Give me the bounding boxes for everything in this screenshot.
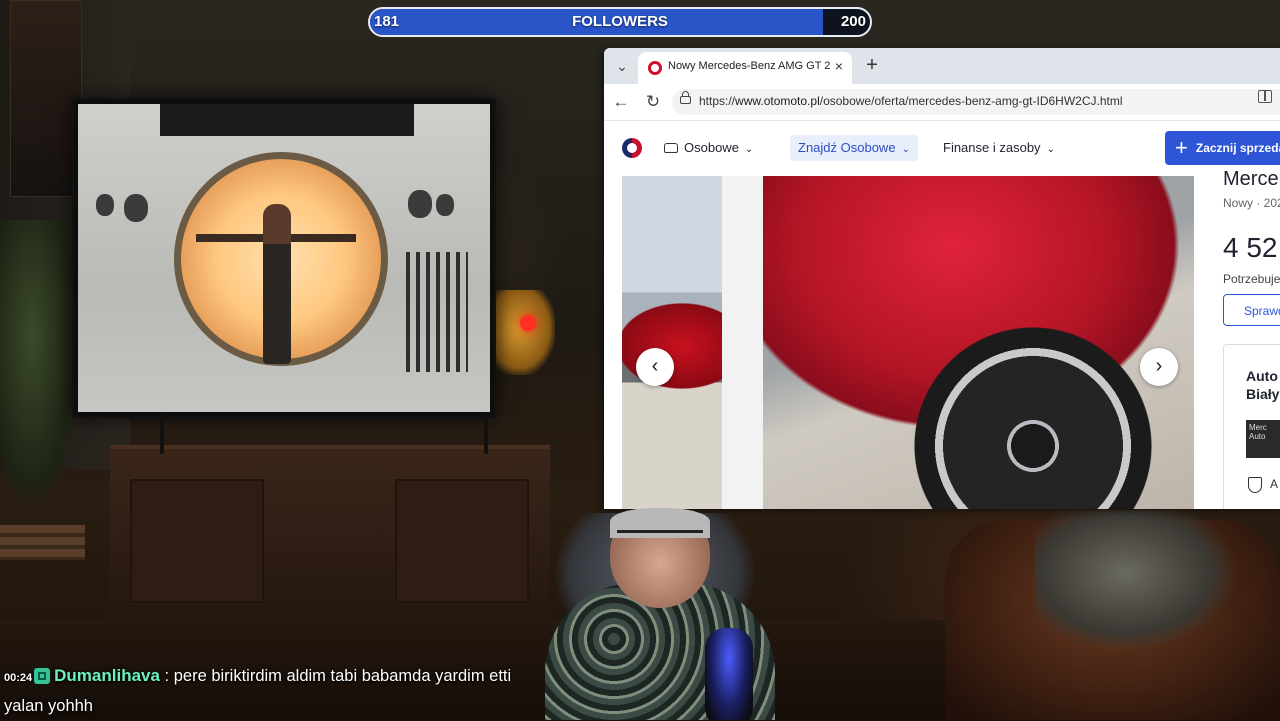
plus-icon: + (1175, 135, 1188, 160)
followers-label: FOLLOWERS (572, 13, 668, 30)
bookshelf (0, 525, 85, 560)
tab-strip: ⌄ Nowy Mercedes-Benz AMG GT 20 × + (604, 48, 1280, 84)
chevron-down-icon: ⌄ (1046, 144, 1055, 155)
streamer-glasses (617, 530, 703, 549)
url-path: /osobowe/oferta/mercedes-benz-amg-gt-ID6… (819, 94, 1123, 108)
nav-finance-label: Finanse i zasoby (943, 140, 1041, 155)
dealer-feature-label: A (1270, 477, 1279, 491)
weight-rack (406, 252, 468, 372)
financing-note: Potrzebuje (1223, 272, 1280, 286)
chat-badge-icon (34, 668, 51, 684)
plant (0, 220, 80, 510)
otomoto-logo-icon (648, 61, 662, 75)
dealer-card: Auto Biały Merc Auto A (1223, 344, 1280, 509)
check-financing-button[interactable]: Sprawd (1223, 294, 1280, 326)
kettlebell (408, 190, 432, 218)
url-host: www.otomoto.pl (735, 94, 820, 108)
kettlebell (96, 194, 114, 216)
cabinet-door (130, 479, 264, 603)
dealer-name-line1: Auto (1246, 368, 1278, 384)
close-icon[interactable]: × (830, 57, 848, 75)
tab-active[interactable]: Nowy Mercedes-Benz AMG GT 20 × (638, 52, 852, 84)
tv-stand (160, 414, 488, 454)
dealer-name[interactable]: Auto Biały (1246, 367, 1279, 403)
tv-screen (78, 104, 490, 412)
nav-find-osobowe[interactable]: Znajdź Osobowe ⌄ (790, 135, 918, 161)
browser-toolbar: ← ↻ https://www.otomoto.pl/osobowe/ofert… (604, 84, 1280, 121)
listing-title: Merce (1223, 168, 1279, 190)
tv (72, 98, 496, 418)
dealer-name-line2: Biały (1246, 386, 1280, 402)
url-prefix: https:// (699, 94, 736, 108)
photo-gallery: ‹ › (622, 176, 1194, 509)
chat-message: 00:24 Dumanlihava : pere biriktirdim aldi… (4, 662, 524, 721)
gallery-image-previous[interactable] (622, 176, 722, 509)
url-text: https://www.otomoto.pl/osobowe/oferta/me… (699, 94, 1123, 108)
streamer-webcam (505, 508, 805, 720)
chat-timestamp: 00:24 (4, 672, 33, 684)
tv-cabinet (110, 445, 550, 624)
chat-separator: : (159, 667, 174, 685)
car-icon (664, 143, 678, 153)
car-tail-light (495, 290, 555, 375)
kettlebell (124, 194, 148, 222)
gallery-next-button[interactable]: › (1140, 348, 1178, 386)
shield-icon (1248, 477, 1262, 493)
reload-button[interactable]: ↻ (641, 90, 665, 114)
kettlebell (436, 194, 454, 216)
site-header: Osobowe ⌄ Znajdź Osobowe ⌄ Finanse i zasob… (604, 121, 1280, 175)
tv-screen-topbar (160, 104, 414, 136)
browser-window: ⌄ Nowy Mercedes-Benz AMG GT 20 × + ← ↻ h… (604, 48, 1280, 509)
gallery-image-main[interactable] (763, 176, 1194, 509)
chevron-down-icon: ⌄ (744, 144, 754, 155)
nav-finance[interactable]: Finanse i zasoby ⌄ (935, 135, 1063, 161)
gallery-prev-button[interactable]: ‹ (636, 348, 674, 386)
listing-price: 4 52 (1223, 232, 1278, 263)
chat-username: Dumanlihava (54, 666, 160, 685)
otomoto-logo[interactable] (622, 138, 642, 158)
figure (263, 204, 291, 364)
nav-category-osobowe[interactable]: Osobowe ⌄ (656, 135, 761, 161)
followers-target: 200 (840, 13, 866, 30)
nav-category-label: Osobowe (684, 140, 739, 155)
listing-subtitle: Nowy · 202 (1223, 196, 1280, 210)
tab-search-button[interactable]: ⌄ (610, 54, 634, 78)
microphone (705, 628, 753, 720)
back-button[interactable]: ← (609, 90, 633, 114)
chevron-down-icon: ⌄ (901, 144, 910, 155)
nav-find-label: Znajdź Osobowe (798, 140, 896, 155)
split-screen-icon[interactable] (1258, 90, 1272, 103)
start-selling-label: Zacznij sprzeda (1195, 141, 1280, 155)
followers-goal-bar: 181 FOLLOWERS 200 (368, 7, 872, 37)
tab-title: Nowy Mercedes-Benz AMG GT 20 (668, 60, 830, 72)
dealer-logo: Merc Auto (1246, 420, 1280, 458)
address-bar[interactable]: https://www.otomoto.pl/osobowe/oferta/me… (672, 89, 1280, 115)
lock-icon[interactable] (680, 91, 691, 104)
gallery-gap (722, 176, 763, 509)
new-tab-button[interactable]: + (860, 54, 884, 78)
cat (1035, 510, 1235, 650)
listing-side-panel: Merce Nowy · 202 4 52 Potrzebuje Sprawd … (1208, 168, 1280, 509)
start-selling-button[interactable]: + Zacznij sprzeda (1165, 131, 1280, 165)
